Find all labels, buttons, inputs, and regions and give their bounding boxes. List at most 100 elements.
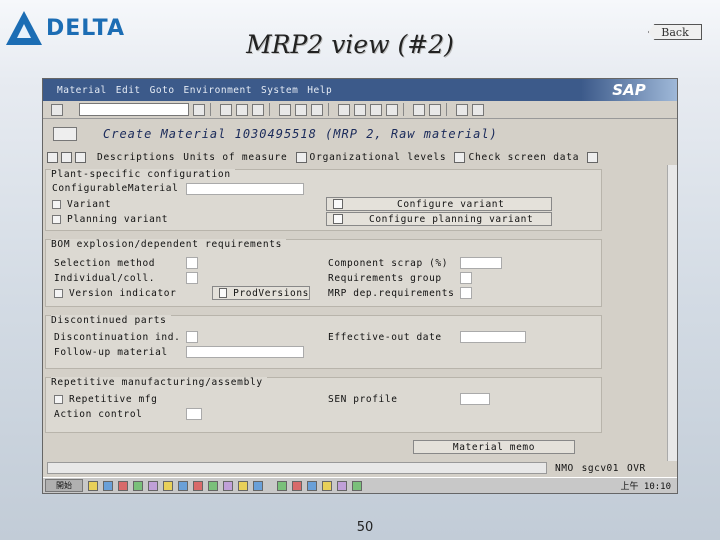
screen-content: Plant-specific configuration Configurabl… [43, 165, 669, 461]
slide-title: MRP2 view (#2) [246, 30, 454, 59]
taskbar-app-icon[interactable] [322, 480, 332, 491]
planning-variant-label: Planning variant [67, 214, 169, 225]
menu-item-material[interactable]: Material [57, 85, 107, 96]
taskbar-app-icon[interactable] [307, 480, 317, 491]
exit-icon[interactable] [236, 103, 248, 116]
print-icon[interactable] [279, 103, 291, 116]
command-field[interactable] [79, 103, 189, 116]
shortcut-icon[interactable] [429, 103, 441, 116]
sen-profile-field[interactable] [460, 393, 490, 405]
taskbar-app-icon[interactable] [337, 480, 347, 491]
component-scrap-text: Component scrap (%) [328, 258, 449, 269]
logo-text: DELTA [46, 15, 125, 41]
org-levels-button[interactable]: Organizational levels [295, 151, 447, 163]
requirements-group-field[interactable] [460, 272, 472, 284]
taskbar-app-icon[interactable] [277, 480, 287, 491]
cancel-icon[interactable] [252, 103, 264, 116]
sap-logo-text: SAP [612, 81, 646, 99]
individual-coll-text: Individual/coll. [54, 273, 156, 284]
menu-item-system[interactable]: System [261, 85, 298, 96]
start-button[interactable]: 開始 [45, 479, 83, 492]
mrp-dep-requirements-field[interactable] [460, 287, 472, 299]
units-of-measure-button[interactable]: Units of measure [183, 152, 287, 163]
layout-icon[interactable] [472, 103, 484, 116]
configurable-material-field[interactable] [186, 183, 304, 195]
back-icon[interactable] [220, 103, 232, 116]
other-material-icon[interactable] [47, 151, 58, 163]
extra-icon-button[interactable] [587, 151, 601, 163]
last-page-icon[interactable] [386, 103, 398, 116]
extra-icon [587, 151, 599, 163]
quicklaunch-icon[interactable] [118, 480, 128, 491]
quicklaunch-icon[interactable] [208, 480, 218, 491]
variant-checkbox[interactable] [52, 200, 61, 209]
discontinuation-ind-field[interactable] [186, 331, 198, 343]
menu-item-goto[interactable]: Goto [150, 85, 175, 96]
action-control-field[interactable] [186, 408, 202, 420]
app-tool-icons[interactable] [47, 151, 89, 163]
menu-item-environment[interactable]: Environment [184, 85, 252, 96]
variant-label: Variant [67, 199, 112, 210]
material-memo-button[interactable]: Material memo [413, 440, 575, 454]
first-page-icon[interactable] [338, 103, 350, 116]
next-page-icon[interactable] [370, 103, 382, 116]
menu-item-help[interactable]: Help [307, 85, 332, 96]
repetitive-mfg-checkbox[interactable] [54, 395, 63, 404]
prod-versions-label: ProdVersions [233, 287, 309, 299]
find-next-icon[interactable] [311, 103, 323, 116]
check-icon [454, 151, 466, 163]
descriptions-label: Descriptions [97, 151, 176, 163]
prod-versions-button[interactable]: ProdVersions [212, 286, 310, 300]
vertical-scrollbar[interactable] [667, 165, 677, 461]
quicklaunch-icon[interactable] [193, 480, 203, 491]
screen-icon[interactable] [53, 127, 77, 141]
application-toolbar: Descriptions Units of measure Organizati… [43, 149, 677, 165]
prev-page-icon[interactable] [354, 103, 366, 116]
find-icon[interactable] [295, 103, 307, 116]
section-repetitive-mfg: Repetitive manufacturing/assembly Repeti… [45, 377, 602, 433]
section-title: Discontinued parts [51, 315, 171, 326]
selection-method-text: Selection method [54, 258, 156, 269]
selection-method-field[interactable] [186, 257, 198, 269]
effective-out-date-field[interactable] [460, 331, 526, 343]
descriptions-button[interactable]: Descriptions [97, 152, 175, 163]
quicklaunch-icon[interactable] [88, 480, 98, 491]
follow-up-material-field[interactable] [186, 346, 304, 358]
save-icon[interactable] [193, 103, 205, 116]
quicklaunch-icon[interactable] [253, 480, 263, 491]
section-bom-explosion: BOM explosion/dependent requirements Sel… [45, 239, 602, 307]
configure-variant-button[interactable]: Configure variant [326, 197, 552, 211]
configure-icon [333, 199, 343, 209]
toolbar-separator [269, 103, 270, 116]
quicklaunch-icon[interactable] [238, 480, 248, 491]
quicklaunch-icon[interactable] [163, 480, 173, 491]
quicklaunch-icon[interactable] [178, 480, 188, 491]
check-screen-data-button[interactable]: Check screen data [454, 151, 579, 163]
status-mode[interactable]: OVR [627, 463, 646, 474]
configure-planning-variant-label: Configure planning variant [369, 213, 534, 225]
section-title: BOM explosion/dependent requirements [51, 239, 287, 250]
standard-toolbar [43, 101, 677, 119]
component-scrap-field[interactable] [460, 257, 502, 269]
quicklaunch-icon[interactable] [223, 480, 233, 491]
quicklaunch-icon[interactable] [103, 480, 113, 491]
data-icon[interactable] [61, 151, 72, 163]
taskbar-app-icon[interactable] [352, 480, 362, 491]
new-session-icon[interactable] [413, 103, 425, 116]
configurable-material-text: ConfigurableMaterial [52, 183, 179, 194]
menu-item-edit[interactable]: Edit [116, 85, 141, 96]
planning-variant-checkbox[interactable] [52, 215, 61, 224]
sap-logo: SAP [581, 79, 677, 101]
configure-planning-variant-button[interactable]: Configure planning variant [326, 212, 552, 226]
quicklaunch-icon[interactable] [148, 480, 158, 491]
back-button[interactable]: Back [648, 24, 702, 40]
taskbar-app-icon[interactable] [292, 480, 302, 491]
individual-coll-field[interactable] [186, 272, 198, 284]
help-icon[interactable] [456, 103, 468, 116]
settings-icon[interactable] [75, 151, 86, 163]
version-indicator-checkbox[interactable] [54, 289, 63, 298]
version-indicator-row: Version indicator [54, 288, 176, 299]
quicklaunch-icon[interactable] [133, 480, 143, 491]
enter-icon[interactable] [51, 103, 63, 116]
repetitive-mfg-label: Repetitive mfg [69, 394, 158, 405]
